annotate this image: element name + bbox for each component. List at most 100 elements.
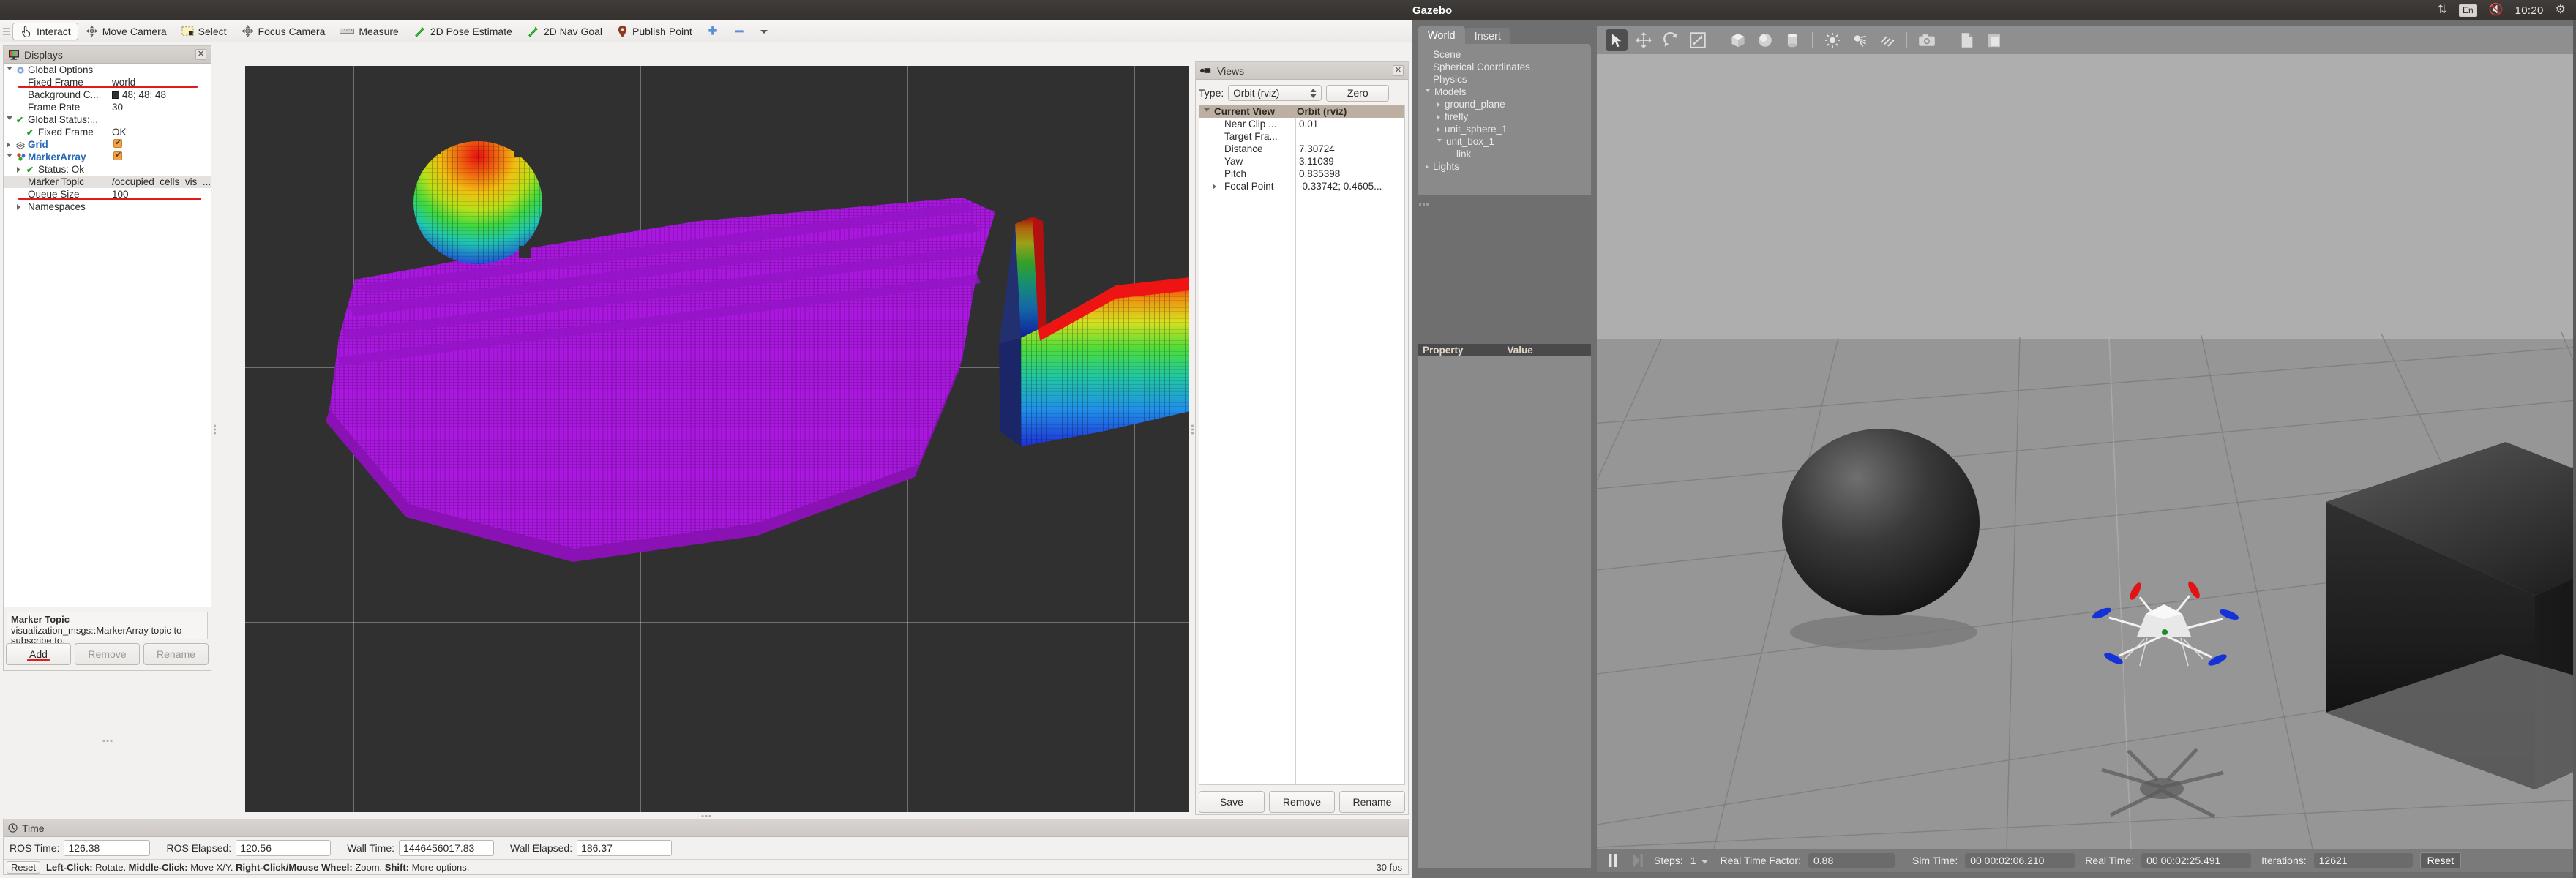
gazebo-tree-item[interactable]: Physics [1418,73,1591,86]
rename-display-button[interactable]: Rename [143,643,209,665]
system-clock[interactable]: 10:20 [2515,4,2544,17]
gazebo-tree-item[interactable]: Lights [1418,160,1591,173]
step-forward-icon[interactable] [1629,852,1647,869]
view-property-row[interactable]: Near Clip ... 0.01 [1199,118,1404,130]
gazebo-property-splitter[interactable] [1418,196,1591,206]
volume-muted-icon[interactable]: 🔇 [2489,4,2504,16]
display-row[interactable]: Background C... 48; 48; 48 [4,89,211,101]
cylinder-icon[interactable] [1781,29,1803,51]
point-light-icon[interactable] [1821,29,1843,51]
splitter-displays-help[interactable] [4,739,210,743]
display-row[interactable]: ✔ Status: Ok [4,163,211,176]
view-property-row[interactable]: Yaw 3.11039 [1199,155,1404,168]
display-row[interactable]: Global Options [4,64,211,76]
gazebo-tree-item[interactable]: unit_sphere_1 [1418,123,1591,135]
splitter-displays[interactable] [213,45,217,814]
remove-view-button[interactable]: Remove [1269,791,1335,813]
copy-icon[interactable] [1956,29,1978,51]
tool-publish-point[interactable]: Publish Point [610,23,700,40]
paste-icon[interactable] [1983,29,2005,51]
tool-focus-camera[interactable]: Focus Camera [234,23,333,40]
time-field-input[interactable]: 186.37 [577,840,673,856]
time-field-input[interactable]: 120.56 [236,840,332,856]
gazebo-tree-item[interactable]: Models [1418,86,1591,98]
chevron-down-icon[interactable] [1437,139,1442,144]
pause-icon[interactable] [1604,852,1622,869]
chevron-right-icon[interactable] [1213,183,1216,190]
network-updown-icon[interactable]: ⇅ [2438,4,2447,16]
chevron-right-icon[interactable] [1437,114,1440,119]
views-property-rows[interactable]: Near Clip ... 0.01 Target Fra... Distance 7.… [1199,118,1404,192]
gazebo-tree-item[interactable]: Spherical Coordinates [1418,61,1591,73]
translate-icon[interactable] [1633,29,1655,51]
close-icon[interactable]: ✕ [195,49,206,60]
steps-value[interactable]: 1 [1690,855,1696,866]
chevron-down-icon[interactable] [1204,108,1210,115]
keyboard-layout-indicator[interactable]: En [2459,4,2477,17]
tool-select[interactable]: Select [174,23,234,40]
reset-view-button[interactable]: Reset [7,860,40,874]
spot-light-icon[interactable] [1849,29,1871,51]
chevron-down-icon[interactable] [1701,855,1709,866]
display-enable-checkbox[interactable] [113,138,122,150]
chevron-right-icon[interactable] [17,203,20,210]
tool-2d-nav-goal[interactable]: 2D Nav Goal [520,23,610,40]
tool-remove-minus[interactable] [726,23,752,40]
chevron-right-icon[interactable] [1437,127,1440,132]
toolbar-grip[interactable] [3,25,10,38]
gazebo-tree-item[interactable]: firefly [1418,110,1591,123]
rename-view-button[interactable]: Rename [1339,791,1405,813]
display-row[interactable]: MarkerArray [4,150,211,163]
time-field-input[interactable]: 1446456017.83 [399,840,495,856]
display-enable-checkbox[interactable] [113,150,122,162]
display-row[interactable]: ✔ Fixed Frame OK [4,126,211,138]
display-row[interactable]: ✔ Global Status:... [4,113,211,126]
rviz-3d-viewport[interactable] [245,66,1189,812]
display-row[interactable]: Grid [4,138,211,151]
tab-world[interactable]: World [1418,26,1465,45]
display-row[interactable]: Marker Topic/occupied_cells_vis_... [4,176,211,188]
gazebo-property-body[interactable] [1418,356,1591,868]
chevron-right-icon[interactable] [1426,164,1429,169]
tool-move-camera[interactable]: Move Camera [78,23,174,40]
zero-view-button[interactable]: Zero [1326,84,1390,102]
chevron-down-icon[interactable] [1426,89,1430,94]
tab-insert[interactable]: Insert [1464,28,1510,45]
tool-interact[interactable]: Interact [12,22,78,40]
view-property-row[interactable]: Focal Point -0.33742; 0.4605... [1199,180,1404,192]
view-property-row[interactable]: Distance 7.30724 [1199,143,1404,155]
tool-add-plus[interactable] [700,23,726,40]
chevron-down-icon[interactable] [7,116,12,123]
system-gear-icon[interactable]: ⚙ [2556,4,2566,16]
display-row[interactable]: Namespaces [4,200,211,213]
scale-icon[interactable] [1687,29,1709,51]
gazebo-tree-item[interactable]: Scene [1418,48,1591,61]
select-arrow-icon[interactable] [1606,29,1628,51]
gazebo-world-tree[interactable]: Scene Spherical Coordinates Physics Models g… [1418,44,1591,195]
close-icon[interactable]: ✕ [1393,65,1404,76]
view-property-row[interactable]: Target Fra... [1199,130,1404,143]
tool-measure[interactable]: Measure [332,23,405,40]
gazebo-tree-item[interactable]: ground_plane [1418,98,1591,110]
display-row[interactable]: Frame Rate 30 [4,101,211,113]
displays-tree[interactable]: Global Options Fixed Frame world Background… [4,64,211,607]
gazebo-3d-viewport[interactable] [1597,54,2576,849]
chevron-right-icon[interactable] [7,141,10,148]
add-display-button[interactable]: Add [6,643,71,665]
gazebo-tree-item[interactable]: link [1418,148,1591,160]
screenshot-icon[interactable] [1916,29,1938,51]
sphere-icon[interactable] [1754,29,1776,51]
box-icon[interactable] [1727,29,1749,51]
tool-2d-pose-estimate[interactable]: 2D Pose Estimate [406,23,520,40]
view-type-select[interactable]: Orbit (rviz) [1228,85,1322,101]
toolbar-overflow[interactable] [752,23,776,40]
rotate-icon[interactable] [1660,29,1682,51]
directional-light-icon[interactable] [1876,29,1898,51]
remove-display-button[interactable]: Remove [75,643,140,665]
views-tree[interactable]: Current View Orbit (rviz) Near Clip ... 0… [1199,105,1405,785]
time-field-input[interactable]: 126.38 [64,840,151,856]
gazebo-tree-item[interactable]: unit_box_1 [1418,135,1591,148]
chevron-right-icon[interactable] [17,166,20,173]
gazebo-reset-button[interactable]: Reset [2419,852,2462,868]
chevron-down-icon[interactable] [7,154,12,160]
